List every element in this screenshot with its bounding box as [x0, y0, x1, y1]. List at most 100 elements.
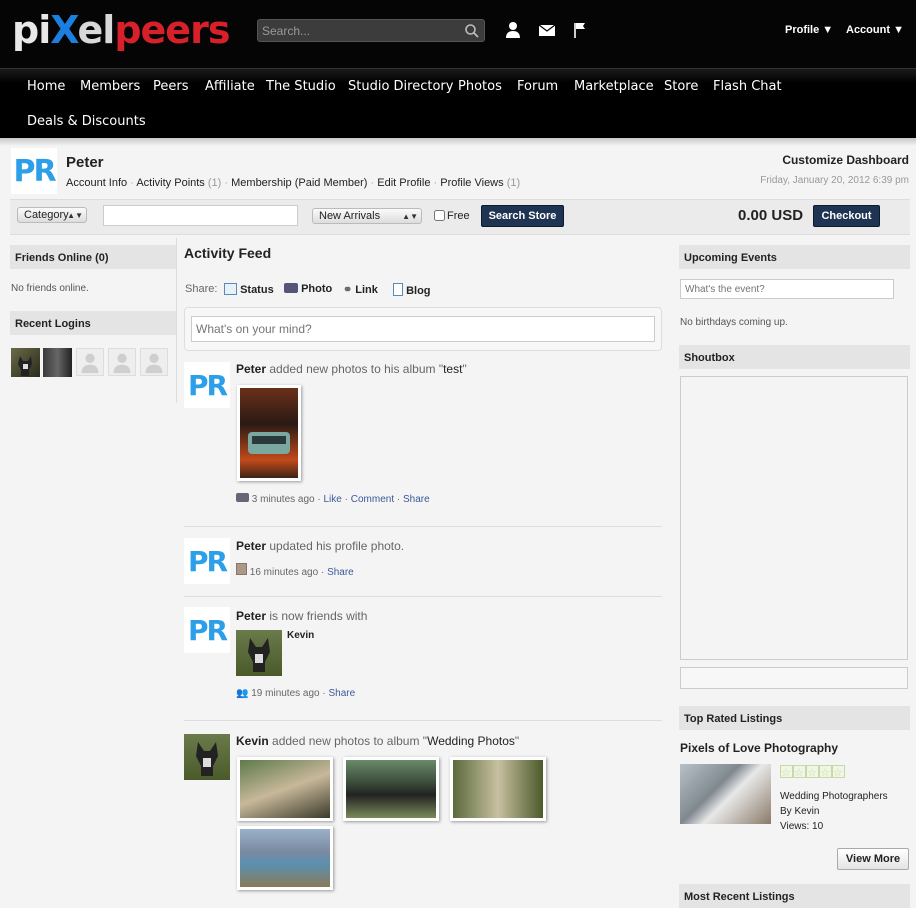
nav-peers[interactable]: Peers: [153, 78, 189, 96]
search-store-button[interactable]: Search Store: [481, 205, 564, 227]
listing-author: By Kevin: [780, 806, 820, 817]
friend-name[interactable]: Kevin: [287, 630, 314, 641]
flag-icon[interactable]: [571, 20, 591, 40]
friends-empty-text: No friends online.: [11, 283, 89, 294]
status-input[interactable]: [191, 316, 655, 342]
nav-deals[interactable]: Deals & Discounts: [27, 113, 146, 131]
friend-avatar[interactable]: [236, 630, 282, 676]
listing-category[interactable]: Wedding Photographers: [780, 789, 888, 804]
album-link[interactable]: test: [443, 362, 462, 376]
star-icon: ☆: [780, 765, 793, 779]
camera-icon: [236, 493, 249, 502]
account-menu[interactable]: Account ▼: [846, 24, 904, 36]
listing-views: Views: 10: [780, 821, 824, 832]
avatar[interactable]: [108, 348, 136, 376]
album-photo[interactable]: [237, 826, 333, 890]
share-blog-label: Blog: [406, 285, 431, 297]
nav-the-studio[interactable]: The Studio: [266, 78, 336, 96]
activity-count: (1): [207, 177, 222, 189]
shoutbox-input[interactable]: [680, 667, 908, 689]
profile-header: PR Peter Account Info · Activity Points …: [0, 146, 916, 198]
event-input[interactable]: [680, 279, 894, 299]
link-profile-views[interactable]: Profile Views: [440, 177, 503, 189]
nav-affiliate[interactable]: Affiliate: [205, 78, 255, 96]
sort-select[interactable]: New Arrivals ▲▼: [312, 208, 422, 224]
activity-feed-title: Activity Feed: [184, 245, 272, 261]
birthdays-text: No birthdays coming up.: [680, 317, 788, 328]
search-input[interactable]: [258, 20, 458, 41]
like-link[interactable]: Like: [324, 494, 342, 505]
nav-home[interactable]: Home: [27, 78, 65, 96]
activity-feed: Activity Feed Share: Status Photo ⚭ Link…: [184, 245, 662, 890]
star-icon: ☆: [806, 765, 819, 779]
album-link[interactable]: Wedding Photos: [427, 734, 515, 748]
link-membership[interactable]: Membership (Paid Member): [231, 177, 367, 189]
avatar[interactable]: [11, 348, 40, 377]
blog-icon: [393, 283, 403, 296]
category-select[interactable]: Category ▲▼: [17, 207, 87, 223]
nav-studio-directory[interactable]: Studio Directory: [348, 78, 453, 96]
nav-flash-chat[interactable]: Flash Chat: [713, 78, 782, 96]
entry-author[interactable]: Kevin: [236, 734, 269, 748]
entry-avatar[interactable]: [184, 734, 230, 780]
left-column-divider: [176, 238, 177, 403]
album-photo[interactable]: [343, 757, 439, 821]
friends-icon[interactable]: [503, 20, 523, 40]
share-link[interactable]: Share: [327, 567, 354, 578]
link-activity-points[interactable]: Activity Points: [136, 177, 204, 189]
share-label: Share:: [185, 283, 218, 295]
checkout-button[interactable]: Checkout: [813, 205, 880, 227]
entry-action: added new photos to his album ": [269, 362, 444, 376]
site-search[interactable]: [257, 19, 485, 42]
nav-forum[interactable]: Forum: [517, 78, 558, 96]
comment-link[interactable]: Comment: [351, 494, 394, 505]
search-icon[interactable]: [464, 23, 480, 39]
share-blog[interactable]: Blog: [393, 283, 431, 297]
mail-icon[interactable]: [537, 20, 557, 40]
customize-dashboard-link[interactable]: Customize Dashboard: [782, 153, 909, 167]
share-link[interactable]: Share: [403, 494, 430, 505]
nav-members[interactable]: Members: [80, 78, 140, 96]
free-checkbox[interactable]: [434, 210, 445, 221]
share-photo[interactable]: Photo: [284, 283, 332, 295]
store-search-input[interactable]: [103, 205, 298, 226]
entry-author[interactable]: Peter: [236, 609, 266, 623]
listing-photo[interactable]: [680, 764, 771, 824]
album-photo[interactable]: [450, 757, 546, 821]
entry-2-meta: 16 minutes ago · Share: [236, 563, 354, 578]
link-account-info[interactable]: Account Info: [66, 177, 127, 189]
view-more-button[interactable]: View More: [837, 848, 909, 870]
avatar[interactable]: [140, 348, 168, 376]
default-avatar-icon: [145, 353, 163, 374]
shoutbox-area[interactable]: [680, 376, 908, 660]
nav-store[interactable]: Store: [664, 78, 698, 96]
entry-author[interactable]: Peter: [236, 539, 266, 553]
share-status[interactable]: Status: [224, 283, 274, 296]
album-photo[interactable]: [237, 385, 301, 481]
album-photo[interactable]: [237, 757, 333, 821]
entry-author[interactable]: Peter: [236, 362, 266, 376]
share-link[interactable]: Share: [329, 688, 356, 699]
share-link[interactable]: ⚭ Link: [343, 283, 378, 296]
profile-avatar[interactable]: PR: [11, 148, 57, 194]
entry-action: is now friends with: [269, 609, 368, 623]
entry-avatar[interactable]: PR: [184, 362, 230, 408]
profile-menu-label: Profile: [785, 24, 820, 36]
entry-avatar[interactable]: PR: [184, 538, 230, 584]
entry-action: added new photos to album ": [272, 734, 428, 748]
profile-name[interactable]: Peter: [66, 154, 104, 171]
site-logo[interactable]: piXelpeers: [12, 8, 230, 52]
profile-menu[interactable]: Profile ▼: [785, 24, 833, 36]
star-icon: ☆: [832, 765, 845, 779]
link-edit-profile[interactable]: Edit Profile: [377, 177, 430, 189]
friends-online-title: Friends Online (0): [10, 245, 176, 269]
nav-marketplace[interactable]: Marketplace: [574, 78, 654, 96]
avatar[interactable]: [43, 348, 72, 377]
entry-avatar[interactable]: PR: [184, 607, 230, 653]
avatar[interactable]: [76, 348, 104, 376]
listing-title[interactable]: Pixels of Love Photography: [680, 741, 838, 755]
nav-photos[interactable]: Photos: [458, 78, 502, 96]
status-icon: [224, 283, 237, 295]
dog-photo-icon: [196, 742, 218, 776]
main-nav: Home Members Peers Affiliate The Studio …: [0, 68, 916, 138]
